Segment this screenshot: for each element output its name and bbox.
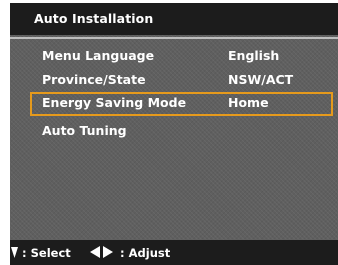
- menu-item-label: Auto Tuning: [42, 123, 127, 138]
- menu-item-auto-tuning[interactable]: Auto Tuning: [30, 120, 332, 142]
- title-divider: [10, 37, 338, 39]
- menu-item-label: Province/State: [42, 72, 146, 87]
- select-hint: : Select: [3, 246, 71, 260]
- adjust-hint-label: : Adjust: [120, 246, 171, 260]
- footer-hint-bar: : Select : Adjust: [3, 240, 338, 265]
- up-down-arrows-icon: [3, 247, 18, 258]
- menu-title: Auto Installation: [34, 11, 154, 26]
- menu-item-energy-saving-mode[interactable]: Energy Saving Mode Home: [30, 92, 333, 116]
- left-right-arrows-icon: [90, 246, 113, 258]
- adjust-hint: : Adjust: [90, 246, 170, 260]
- select-hint-label: : Select: [22, 246, 71, 260]
- menu-item-menu-language[interactable]: Menu Language English: [30, 45, 332, 67]
- osd-menu-panel: Auto Installation Menu Language English …: [3, 3, 338, 265]
- menu-item-label: Energy Saving Mode: [42, 95, 187, 110]
- menu-item-value: Home: [228, 95, 269, 110]
- menu-item-value: English: [228, 48, 280, 63]
- menu-item-province-state[interactable]: Province/State NSW/ACT: [30, 69, 332, 91]
- menu-item-label: Menu Language: [42, 48, 155, 63]
- menu-item-value: NSW/ACT: [228, 72, 294, 87]
- title-bar: Auto Installation: [10, 3, 338, 35]
